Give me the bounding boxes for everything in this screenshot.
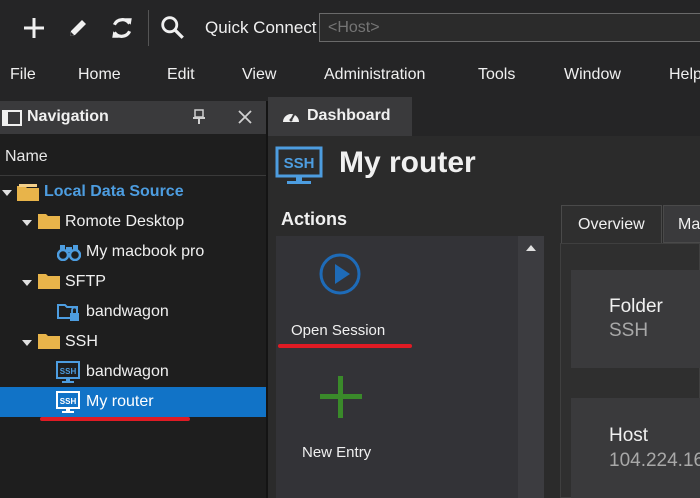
tab-more[interactable]: Ma — [663, 205, 700, 243]
menu-window[interactable]: Window — [564, 66, 621, 84]
add-button[interactable] — [17, 10, 51, 46]
host-input[interactable] — [319, 13, 700, 42]
host-card — [571, 398, 700, 498]
close-icon[interactable] — [238, 110, 252, 124]
toolbar: Quick Connect — [0, 0, 700, 57]
chevron-down-icon[interactable] — [22, 340, 32, 346]
ssh-icon: SSH — [275, 146, 323, 184]
pin-icon[interactable] — [192, 109, 206, 125]
folder-label: Folder — [609, 296, 663, 317]
menu-home[interactable]: Home — [78, 66, 121, 84]
plus-icon[interactable] — [319, 375, 363, 419]
svg-text:SSH: SSH — [284, 155, 315, 172]
menu-edit[interactable]: Edit — [167, 66, 195, 84]
menu-help[interactable]: Help — [669, 66, 700, 84]
folder-card — [571, 270, 700, 368]
menu-tools[interactable]: Tools — [478, 66, 515, 84]
toolbar-separator — [148, 10, 149, 46]
entry-title: My router — [339, 146, 476, 179]
play-icon[interactable] — [318, 252, 362, 296]
actions-scrollbar[interactable] — [518, 236, 544, 498]
tree-item-local-data-source[interactable]: Local Data Source — [44, 177, 184, 207]
search-icon — [161, 16, 184, 39]
tree-item-my-macbook-pro[interactable]: My macbook pro — [86, 237, 204, 267]
search-button[interactable] — [156, 10, 190, 46]
edit-button[interactable] — [61, 10, 95, 46]
navigation-title: Navigation — [27, 108, 109, 125]
folder-icon — [38, 214, 60, 229]
tree-item-sftp-bandwagon[interactable]: bandwagon — [86, 297, 169, 327]
quick-connect-label: Quick Connect — [205, 18, 317, 37]
tree-item-my-router[interactable]: My router — [86, 387, 154, 417]
annotation-underline — [278, 344, 412, 348]
tab-overview[interactable]: Overview — [561, 205, 662, 243]
svg-text:SSH: SSH — [60, 367, 77, 376]
chevron-down-icon[interactable] — [22, 280, 32, 286]
navigation-panel-icon — [2, 110, 22, 126]
folder-icon — [38, 274, 60, 289]
tab-dashboard-label: Dashboard — [307, 107, 391, 124]
ssh-icon: SSH — [56, 361, 80, 383]
chevron-down-icon[interactable] — [22, 220, 32, 226]
sftp-folder-lock-icon — [57, 304, 79, 321]
host-label: Host — [609, 425, 649, 446]
pencil-icon — [70, 20, 86, 36]
menu-bar: File Home Edit View Administration Tools… — [0, 57, 700, 95]
ssh-icon: SSH — [56, 391, 80, 413]
open-session-button[interactable]: Open Session — [291, 322, 385, 339]
menu-administration[interactable]: Administration — [324, 66, 425, 84]
scroll-up-icon[interactable] — [526, 245, 536, 251]
name-column-label: Name — [5, 148, 48, 165]
actions-heading: Actions — [281, 209, 348, 229]
annotation-underline — [40, 417, 190, 421]
binoculars-icon — [57, 245, 81, 261]
svg-text:SSH: SSH — [60, 397, 77, 406]
refresh-icon — [112, 18, 132, 38]
data-source-folder-icon — [17, 184, 39, 201]
menu-view[interactable]: View — [242, 66, 276, 84]
tree-item-sftp-folder[interactable]: SFTP — [65, 267, 106, 297]
host-value: 104.224.16 — [609, 450, 700, 471]
gauge-icon — [283, 112, 299, 122]
tree-item-remote-desktop-folder[interactable]: Romote Desktop — [65, 207, 184, 237]
tree-item-ssh-folder[interactable]: SSH — [65, 327, 98, 357]
new-entry-button[interactable]: New Entry — [302, 444, 371, 461]
menu-file[interactable]: File — [10, 66, 36, 84]
folder-value: SSH — [609, 320, 649, 341]
refresh-button[interactable] — [105, 10, 139, 46]
folder-icon — [38, 334, 60, 349]
plus-icon — [24, 18, 44, 38]
chevron-down-icon[interactable] — [2, 190, 12, 196]
tree-item-ssh-bandwagon[interactable]: bandwagon — [86, 357, 169, 387]
